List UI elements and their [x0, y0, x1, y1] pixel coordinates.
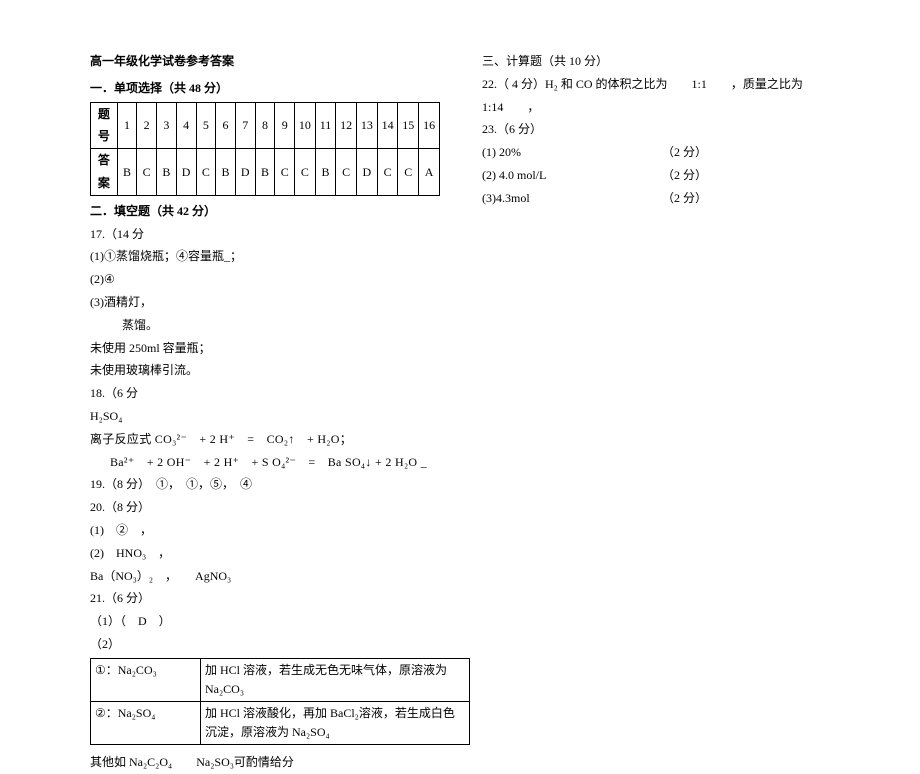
table-row: ①：Na₂CO₃ 加 HCl 溶液，若生成无色无味气体，原溶液为 Na₂CO₃ [91, 658, 470, 701]
q23-part1: (1) 20% [482, 141, 662, 164]
cell: 11 [315, 102, 336, 149]
q21-note: 其他如 Na₂C₂O₄ Na₂SO₃可酌情给分 [90, 751, 440, 774]
q17-head: 17.（14 分 [90, 223, 440, 246]
cell: 12 [336, 102, 357, 149]
cell: 8 [255, 102, 275, 149]
cell: A [419, 149, 440, 196]
table-row: 题号 1 2 3 4 5 6 7 8 9 10 11 12 13 14 15 1… [91, 102, 440, 149]
section-1-heading: 一．单项选择（共 48 分） [90, 77, 440, 100]
cell: 15 [398, 102, 419, 149]
cell: 4 [176, 102, 196, 149]
cell: C [336, 149, 357, 196]
q17-part2: (2)④ [90, 268, 440, 291]
cell: D [357, 149, 378, 196]
section-2-heading: 二．填空题（共 42 分） [90, 200, 440, 223]
cell: 加 HCl 溶液酸化，再加 BaCl₂溶液，若生成白色沉淀，原溶液为 Na₂SO… [201, 702, 470, 745]
cell: 16 [419, 102, 440, 149]
q23-part2-row: (2) 4.0 mol/L （2 分） [482, 164, 840, 187]
table-row: ②：Na₂SO₄ 加 HCl 溶液酸化，再加 BaCl₂溶液，若生成白色沉淀，原… [91, 702, 470, 745]
points-label: （2 分） [662, 164, 707, 187]
q20-part2: (2) HNO₃ ， [90, 542, 440, 565]
row-label-num: 题号 [91, 102, 118, 149]
points-label: （2 分） [662, 187, 707, 210]
cell: 3 [156, 102, 176, 149]
cell: C [398, 149, 419, 196]
cell: B [255, 149, 275, 196]
method-table: ①：Na₂CO₃ 加 HCl 溶液，若生成无色无味气体，原溶液为 Na₂CO₃ … [90, 658, 470, 746]
cell: ①：Na₂CO₃ [91, 658, 201, 701]
cell: D [235, 149, 255, 196]
cell: ②：Na₂SO₄ [91, 702, 201, 745]
cell: 14 [377, 102, 398, 149]
q19: 19.（8 分） ①， ①，⑤， ④ [90, 473, 440, 496]
q20-part1: (1) ② ， [90, 519, 440, 542]
cell: B [117, 149, 137, 196]
cell: B [315, 149, 336, 196]
section-3-heading: 三、计算题（共 10 分） [482, 50, 840, 73]
q23-part1-row: (1) 20% （2 分） [482, 141, 840, 164]
cell: 13 [357, 102, 378, 149]
cell: B [156, 149, 176, 196]
q17-part3: (3)酒精灯， [90, 291, 440, 314]
q23-part3: (3)4.3mol [482, 187, 662, 210]
right-column: 三、计算题（共 10 分） 22.（ 4 分）H₂ 和 CO 的体积之比为 1:… [470, 50, 840, 630]
q17-part3b: 蒸馏。 [90, 314, 440, 337]
q18-a: H₂SO₄ [90, 405, 440, 428]
left-column: 高一年级化学试卷参考答案 一．单项选择（共 48 分） 题号 1 2 3 4 5… [90, 50, 470, 630]
paper-title: 高一年级化学试卷参考答案 [90, 50, 440, 73]
cell: C [295, 149, 316, 196]
q23-part3-row: (3)4.3mol （2 分） [482, 187, 840, 210]
q21-head: 21.（6 分） [90, 587, 440, 610]
cell: 加 HCl 溶液，若生成无色无味气体，原溶液为 Na₂CO₃ [201, 658, 470, 701]
q18-b: 离子反应式 CO₃²⁻ + 2 H⁺ = CO₂↑ + H₂O； [90, 428, 440, 451]
q21-part2: （2） [90, 633, 440, 656]
q20-part3: Ba（NO₃）₂ ， AgNO₃ [90, 565, 440, 588]
cell: D [176, 149, 196, 196]
cell: C [137, 149, 157, 196]
q22: 22.（ 4 分）H₂ 和 CO 的体积之比为 1:1 ，质量之比为 1:14 … [482, 73, 840, 119]
cell: 6 [216, 102, 236, 149]
q17-part1: (1)①蒸馏烧瓶；④容量瓶_； [90, 245, 440, 268]
cell: C [196, 149, 216, 196]
q20-head: 20.（8 分） [90, 496, 440, 519]
mc-answer-table: 题号 1 2 3 4 5 6 7 8 9 10 11 12 13 14 15 1… [90, 102, 440, 196]
cell: 9 [275, 102, 295, 149]
points-label: （2 分） [662, 141, 707, 164]
q17-part4: 未使用 250ml 容量瓶； [90, 337, 440, 360]
q18-head: 18.（6 分 [90, 382, 440, 405]
cell: C [275, 149, 295, 196]
cell: 1 [117, 102, 137, 149]
cell: 5 [196, 102, 216, 149]
q17-part5: 未使用玻璃棒引流。 [90, 359, 440, 382]
cell: C [377, 149, 398, 196]
q23-part2: (2) 4.0 mol/L [482, 164, 662, 187]
cell: B [216, 149, 236, 196]
q21-part1: （1）（ D ） [90, 610, 440, 633]
cell: 7 [235, 102, 255, 149]
cell: 2 [137, 102, 157, 149]
row-label-ans: 答案 [91, 149, 118, 196]
q18-c: Ba²⁺ + 2 OH⁻ + 2 H⁺ + S O₄²⁻ = Ba SO₄↓ +… [90, 451, 440, 474]
q23-head: 23.（6 分） [482, 118, 840, 141]
cell: 10 [295, 102, 316, 149]
table-row: 答案 B C B D C B D B C C B C D C C A [91, 149, 440, 196]
